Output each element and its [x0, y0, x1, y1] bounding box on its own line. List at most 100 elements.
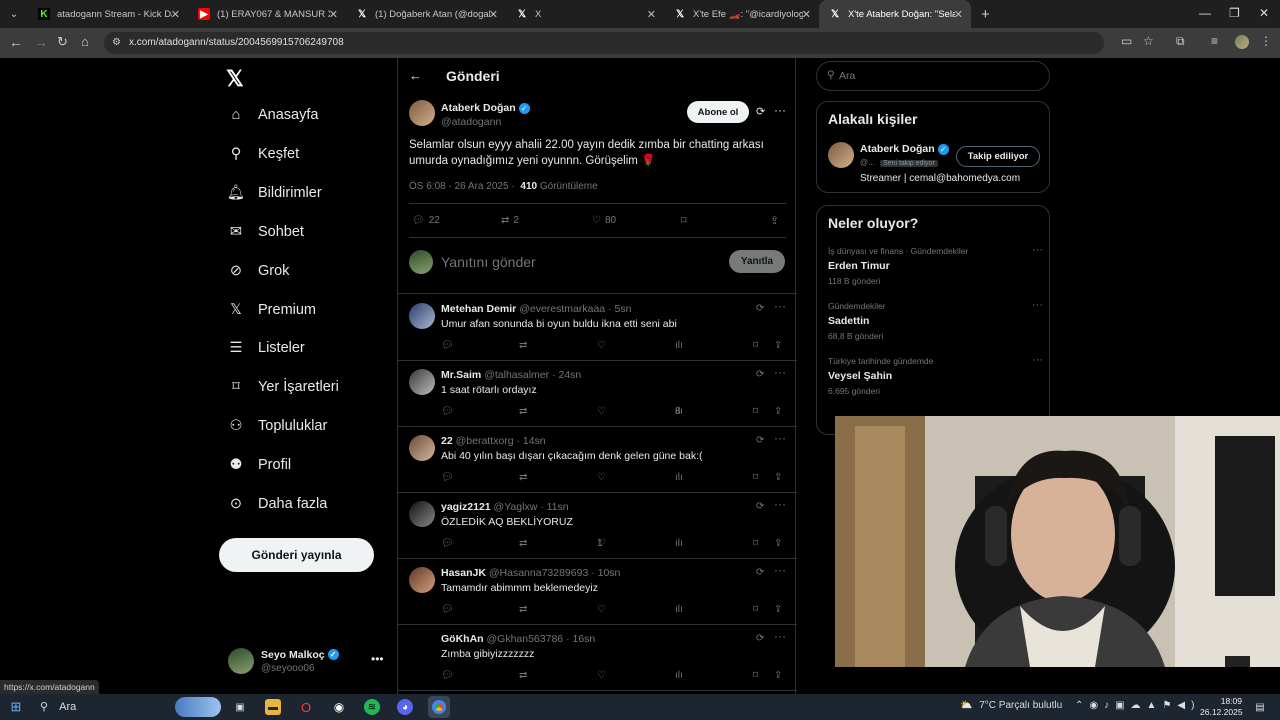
author-name[interactable]: Ataberk Doğan: [441, 102, 516, 114]
bookmark-icon[interactable]: ⌑: [681, 214, 687, 227]
more-icon[interactable]: ···: [774, 497, 786, 511]
trend-item[interactable]: İş dünyası ve finans · Gündemdekiler Erde…: [828, 244, 1043, 286]
reply-author[interactable]: 22: [441, 435, 453, 447]
reply-avatar[interactable]: [409, 369, 435, 395]
browser-tab[interactable]: 𝕏 (1) Doğaberk Atan (@dogaberk✕: [346, 0, 506, 28]
repost-action[interactable]: ⇄ 2: [501, 215, 519, 226]
author-avatar[interactable]: [409, 100, 435, 126]
trend-item[interactable]: Gündemdekiler Sadettin 68,8 B gönderi ···: [828, 299, 1043, 341]
more-icon[interactable]: ···: [774, 365, 786, 379]
tab-close-icon[interactable]: ✕: [802, 8, 811, 21]
reply-icon[interactable]: 💬︎: [441, 406, 454, 417]
notifications-icon[interactable]: ▤: [1252, 699, 1268, 715]
reply-button[interactable]: Yanıtla: [729, 250, 785, 273]
reply-time[interactable]: · 14sn: [516, 435, 545, 447]
search-input[interactable]: ⚲ Ara: [816, 61, 1050, 91]
browser-tab[interactable]: 𝕏 X'te Efe 🏎️: "@icardiyologist2✕: [664, 0, 819, 28]
browser-tab[interactable]: 𝕏 X'te Ataberk Doğan: "Selamlar o✕: [819, 0, 971, 28]
forward-icon[interactable]: →: [34, 34, 48, 50]
tab-close-icon[interactable]: ✕: [489, 8, 498, 21]
sidebar-item-listeler[interactable]: ☰ Listeler: [226, 338, 305, 358]
repost-icon[interactable]: ⇄: [519, 340, 527, 351]
windows-start-icon[interactable]: ⊞: [8, 699, 24, 715]
reply-item[interactable]: GöKhAn @Gkhan563786 · 16sn Zımba gibiyizz…: [398, 625, 797, 691]
home-browser-icon[interactable]: ⌂: [81, 34, 89, 49]
back-icon[interactable]: ←: [9, 34, 23, 50]
grok-icon[interactable]: ⟳: [756, 633, 764, 644]
sidebar-item-daha-fazla[interactable]: ⊙ Daha fazla: [226, 494, 327, 514]
reply-time[interactable]: · 11sn: [540, 501, 568, 513]
more-icon[interactable]: ···: [774, 629, 786, 643]
related-name[interactable]: Ataberk Doğan: [860, 143, 935, 155]
maximize-icon[interactable]: ❐: [1229, 6, 1240, 20]
post-time[interactable]: ÖS 6:08 · 26 Ara 2025 ·: [409, 181, 515, 192]
grok-icon[interactable]: ⟳: [756, 303, 764, 314]
account-more-icon[interactable]: •••: [371, 652, 384, 666]
weather-widget[interactable]: ⛅ 7°C Parçalı bulutlu: [960, 700, 1062, 711]
related-avatar[interactable]: [828, 142, 854, 168]
reply-action[interactable]: 💬︎ 22: [412, 215, 440, 226]
grok-icon[interactable]: ⟳: [756, 435, 764, 446]
more-icon[interactable]: ···: [1032, 299, 1043, 311]
reply-avatar[interactable]: [409, 303, 435, 329]
browser-tab[interactable]: ▶ (1) ERAY067 & MANSUR X ORC✕: [188, 0, 346, 28]
new-tab-button[interactable]: +: [981, 6, 990, 23]
repost-icon[interactable]: ⇄: [519, 406, 527, 417]
sidebar-item-sohbet[interactable]: ✉ Sohbet: [226, 222, 304, 242]
reload-icon[interactable]: ↻: [57, 34, 68, 50]
reply-time[interactable]: · 5sn: [608, 303, 631, 315]
tab-close-icon[interactable]: ✕: [954, 8, 963, 21]
bookmark-icon[interactable]: ⌑: [753, 406, 758, 417]
following-button[interactable]: Takip ediliyor: [956, 146, 1040, 167]
reply-icon[interactable]: 💬︎: [441, 538, 454, 549]
bookmark-icon[interactable]: ⌑: [753, 472, 758, 483]
reply-avatar[interactable]: [409, 633, 435, 659]
media-control-icon[interactable]: ≡: [1211, 34, 1218, 48]
reply-avatar[interactable]: [409, 567, 435, 593]
reply-icon[interactable]: 💬︎: [441, 670, 454, 681]
share-icon[interactable]: ⇪: [774, 472, 782, 483]
install-app-icon[interactable]: ▭: [1121, 34, 1132, 48]
repost-icon[interactable]: ⇄: [519, 604, 527, 615]
bookmark-star-icon[interactable]: ☆: [1143, 34, 1154, 48]
repost-icon[interactable]: ⇄: [519, 670, 527, 681]
sidebar-item-premium[interactable]: 𝕏 Premium: [226, 300, 316, 320]
share-icon[interactable]: ⇪: [774, 340, 782, 351]
reply-author[interactable]: GöKhAn: [441, 633, 484, 645]
like-action[interactable]: ♡ 80: [592, 215, 616, 226]
site-info-icon[interactable]: ⚙: [112, 37, 121, 48]
close-window-icon[interactable]: ✕: [1259, 6, 1269, 20]
bookmark-icon[interactable]: ⌑: [753, 340, 758, 351]
opera-icon[interactable]: O: [298, 699, 314, 715]
share-icon[interactable]: ⇪: [774, 604, 782, 615]
tab-close-icon[interactable]: ✕: [171, 8, 180, 21]
sidebar-item-profil[interactable]: ⚉ Profil: [226, 455, 292, 475]
subscribe-button[interactable]: Abone ol: [687, 101, 749, 123]
reply-icon[interactable]: 💬︎: [441, 472, 454, 483]
sidebar-item-yer-i-şaretleri[interactable]: ⌑ Yer İşaretleri: [226, 377, 339, 397]
reply-time[interactable]: · 16sn: [566, 633, 595, 645]
more-icon[interactable]: ···: [1032, 244, 1043, 256]
account-switcher[interactable]: Seyo Malkoç ✓ @seyooo06 •••: [228, 648, 384, 674]
obs-icon[interactable]: ◉: [331, 699, 347, 715]
browser-tab[interactable]: Katadogann Stream - Kick Dashb✕: [28, 0, 188, 28]
reply-author[interactable]: Mr.Saim: [441, 369, 481, 381]
reply-time[interactable]: · 10sn: [591, 567, 620, 579]
x-logo-icon[interactable]: 𝕏: [226, 66, 244, 92]
grok-icon[interactable]: ⟳: [756, 501, 764, 512]
reply-item[interactable]: 22 @berattxorg · 14sn Abi 40 yılın başı d…: [398, 427, 797, 493]
reply-avatar[interactable]: [409, 501, 435, 527]
reply-icon[interactable]: 💬︎: [441, 340, 454, 351]
share-icon[interactable]: ⇪: [774, 670, 782, 681]
tab-search-icon[interactable]: ⌄: [0, 0, 28, 28]
taskbar-search[interactable]: ⚲ Ara: [40, 700, 76, 713]
sidebar-item-keşfet[interactable]: ⚲ Keşfet: [226, 144, 299, 164]
extensions-icon[interactable]: ⧉: [1176, 34, 1185, 49]
minimize-icon[interactable]: —: [1199, 6, 1211, 20]
system-tray-icons[interactable]: ⌃◉♪▣☁▲⚑◀): [1075, 700, 1200, 711]
reply-avatar[interactable]: [409, 435, 435, 461]
share-icon[interactable]: ⇪: [774, 406, 782, 417]
reply-author[interactable]: Metehan Demir: [441, 303, 516, 315]
browser-menu-icon[interactable]: ⋮: [1260, 34, 1272, 48]
author-handle[interactable]: @atadogann: [441, 116, 501, 128]
